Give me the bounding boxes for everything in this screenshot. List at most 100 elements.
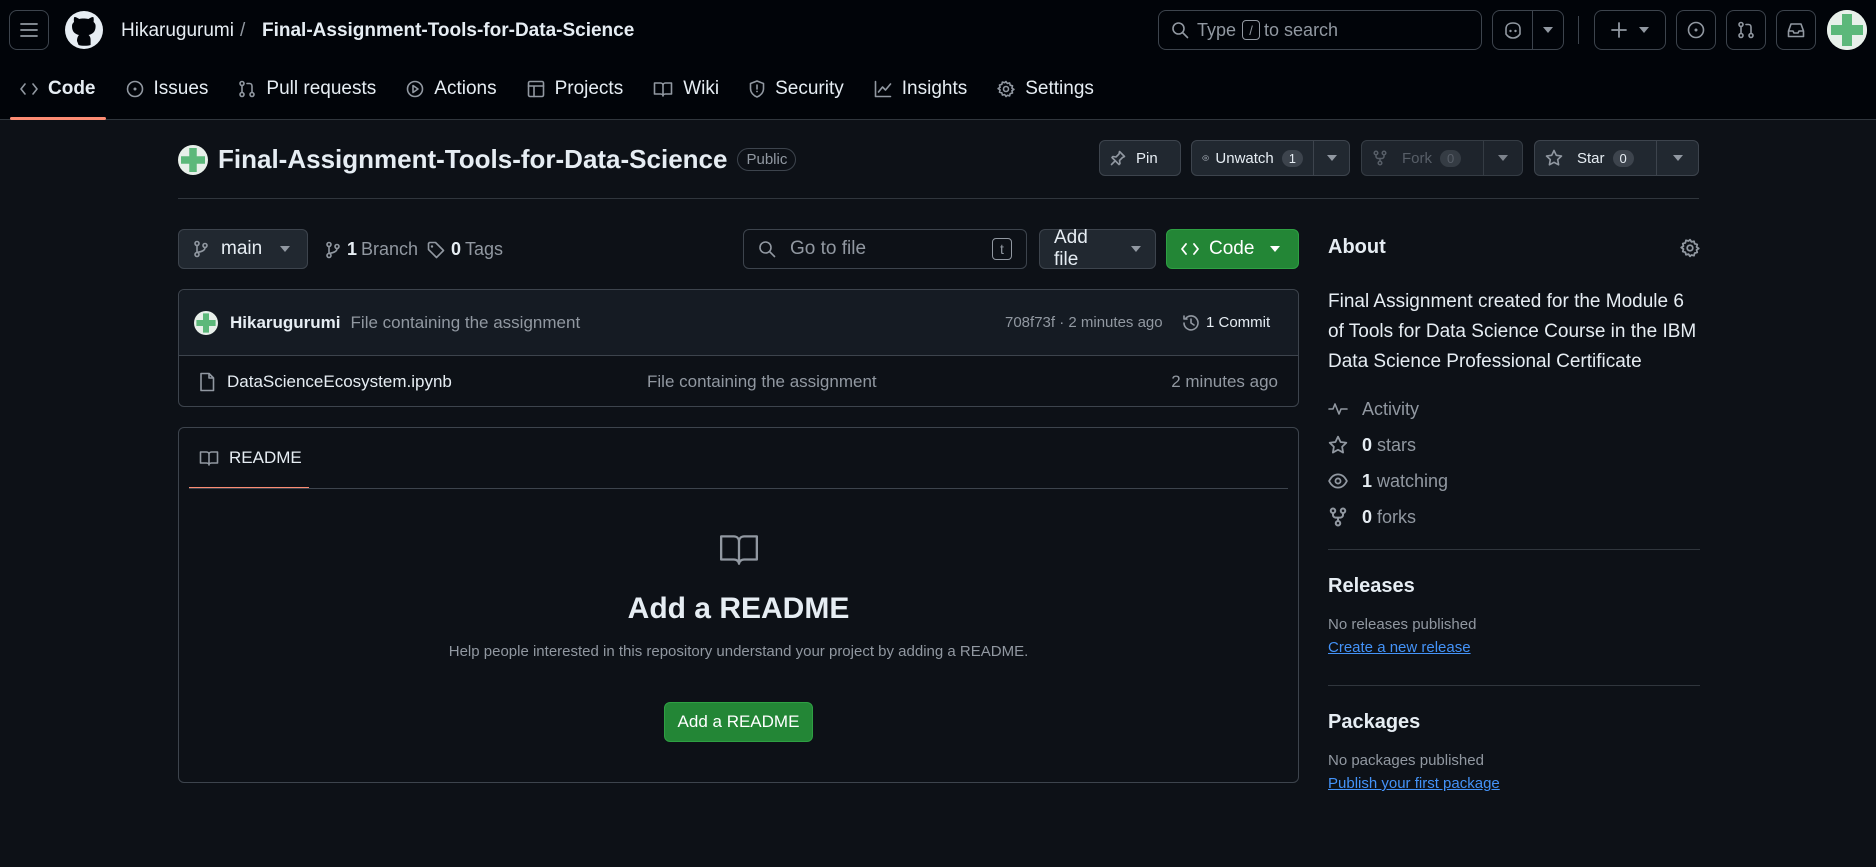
tags-link[interactable]: 0 Tags <box>427 239 503 260</box>
packages-title[interactable]: Packages <box>1328 711 1700 734</box>
branch-count: 1 <box>347 239 358 259</box>
tab-label: Settings <box>1025 78 1094 99</box>
watching-link[interactable]: 1 watching <box>1328 463 1700 499</box>
history-icon <box>1183 314 1199 331</box>
readme-tab[interactable]: README <box>189 428 309 489</box>
branch-selector[interactable]: main <box>178 229 308 269</box>
menu-button[interactable] <box>9 10 49 50</box>
readme-divider <box>189 488 1288 489</box>
pin-button[interactable]: Pin <box>1099 140 1181 176</box>
repo-header-divider <box>178 198 1699 199</box>
tab-settings[interactable]: Settings <box>987 66 1104 112</box>
shield-icon <box>749 80 765 98</box>
header-divider <box>1578 16 1579 44</box>
plus-icon <box>1611 22 1627 38</box>
copilot-button[interactable] <box>1493 11 1533 49</box>
hamburger-icon <box>20 23 38 37</box>
fork-icon <box>1329 507 1347 527</box>
search-icon <box>1172 22 1189 39</box>
file-name[interactable]: DataScienceEcosystem.ipynb <box>227 372 452 392</box>
star-button[interactable]: Star 0 <box>1535 141 1656 175</box>
commit-meta[interactable]: 708f73f · 2 minutes ago <box>1005 314 1163 331</box>
breadcrumb-owner[interactable]: Hikarugurumi <box>121 20 234 42</box>
fork-count: 0 <box>1440 149 1462 167</box>
tab-label: Pull requests <box>266 78 377 99</box>
tab-issues[interactable]: Issues <box>116 66 219 112</box>
watch-count: 1 <box>1281 149 1303 167</box>
commits-link[interactable]: 1 Commit <box>1182 314 1270 332</box>
star-count: 0 <box>1612 149 1634 167</box>
issues-button[interactable] <box>1676 10 1716 50</box>
file-icon <box>200 372 215 391</box>
tab-security[interactable]: Security <box>739 66 854 112</box>
search-input[interactable]: Type / to search <box>1158 10 1482 50</box>
add-readme-button[interactable]: Add a README <box>664 702 813 742</box>
breadcrumb-repo[interactable]: Final-Assignment-Tools-for-Data-Science <box>262 20 634 42</box>
pulse-icon <box>1328 403 1348 415</box>
copilot-dropdown[interactable] <box>1533 11 1563 49</box>
branches-link[interactable]: 1 Branch <box>325 239 418 260</box>
file-commit-message[interactable]: File containing the assignment <box>647 372 877 392</box>
activity-label: Activity <box>1362 398 1420 419</box>
owner-avatar[interactable] <box>178 144 208 175</box>
tab-label: Actions <box>434 78 497 99</box>
watch-dropdown[interactable] <box>1314 141 1349 175</box>
gear-icon <box>997 80 1015 98</box>
inbox-button[interactable] <box>1776 10 1816 50</box>
sidebar-divider <box>1328 685 1700 686</box>
book-icon <box>718 532 760 566</box>
code-icon <box>1181 243 1199 255</box>
commit-author-avatar[interactable] <box>194 310 218 335</box>
tab-insights[interactable]: Insights <box>864 66 977 112</box>
activity-link[interactable]: Activity <box>1328 391 1700 427</box>
readme-tab-label: README <box>229 448 302 467</box>
caret-down-icon <box>1326 155 1337 161</box>
file-browser: Hikarugurumi File containing the assignm… <box>178 289 1299 407</box>
star-dropdown[interactable] <box>1657 141 1698 175</box>
repo-title: Final-Assignment-Tools-for-Data-Science … <box>178 144 797 175</box>
commit-author[interactable]: Hikarugurumi <box>230 313 341 333</box>
github-logo-icon[interactable] <box>64 10 104 50</box>
tab-actions[interactable]: Actions <box>396 66 506 112</box>
copilot-button-group <box>1492 10 1564 50</box>
star-icon <box>1545 149 1563 166</box>
fork-label: Fork <box>1402 149 1432 167</box>
create-new-button[interactable] <box>1594 10 1666 50</box>
stars-link[interactable]: 0 stars <box>1328 427 1700 463</box>
tab-label: Wiki <box>683 78 720 99</box>
forks-link[interactable]: 0 forks <box>1328 499 1700 535</box>
tab-code[interactable]: Code <box>10 66 106 120</box>
fork-dropdown[interactable] <box>1484 141 1522 175</box>
inbox-icon <box>1787 23 1805 38</box>
user-avatar[interactable] <box>1827 10 1867 50</box>
commit-message[interactable]: File containing the assignment <box>351 313 581 333</box>
tab-wiki[interactable]: Wiki <box>643 66 729 112</box>
unwatch-button[interactable]: Unwatch 1 <box>1192 141 1313 175</box>
star-icon <box>1328 435 1348 454</box>
fork-button[interactable]: Fork 0 <box>1362 141 1483 175</box>
file-row[interactable]: DataScienceEcosystem.ipynb File containi… <box>179 356 1298 407</box>
repo-name[interactable]: Final-Assignment-Tools-for-Data-Science <box>218 144 727 175</box>
about-description: Final Assignment created for the Module … <box>1328 291 1697 372</box>
go-to-file-input[interactable]: Go to file t <box>743 229 1027 269</box>
releases-title[interactable]: Releases <box>1328 575 1700 598</box>
go-to-file-placeholder: Go to file <box>790 238 867 259</box>
pin-label: Pin <box>1136 149 1158 167</box>
tab-label: Security <box>775 78 844 99</box>
global-header: Hikarugurumi / Final-Assignment-Tools-fo… <box>0 0 1876 120</box>
publish-package-link[interactable]: Publish your first package <box>1328 775 1500 792</box>
add-file-button[interactable]: Add file <box>1039 227 1156 270</box>
releases-empty-text: No releases published <box>1328 616 1477 633</box>
pull-requests-button[interactable] <box>1726 10 1766 50</box>
code-button[interactable]: Code <box>1166 229 1299 269</box>
tab-pull-requests[interactable]: Pull requests <box>228 66 386 112</box>
stars-label: stars <box>1377 434 1417 455</box>
search-prefix: Type <box>1197 19 1237 40</box>
tab-label: Code <box>48 78 96 99</box>
branch-name: main <box>221 238 263 259</box>
tab-projects[interactable]: Projects <box>517 66 634 112</box>
create-release-link[interactable]: Create a new release <box>1328 639 1471 656</box>
tag-icon <box>427 241 445 258</box>
gear-icon[interactable] <box>1680 238 1700 258</box>
readme-panel: README Add a README Help people interest… <box>178 427 1299 783</box>
